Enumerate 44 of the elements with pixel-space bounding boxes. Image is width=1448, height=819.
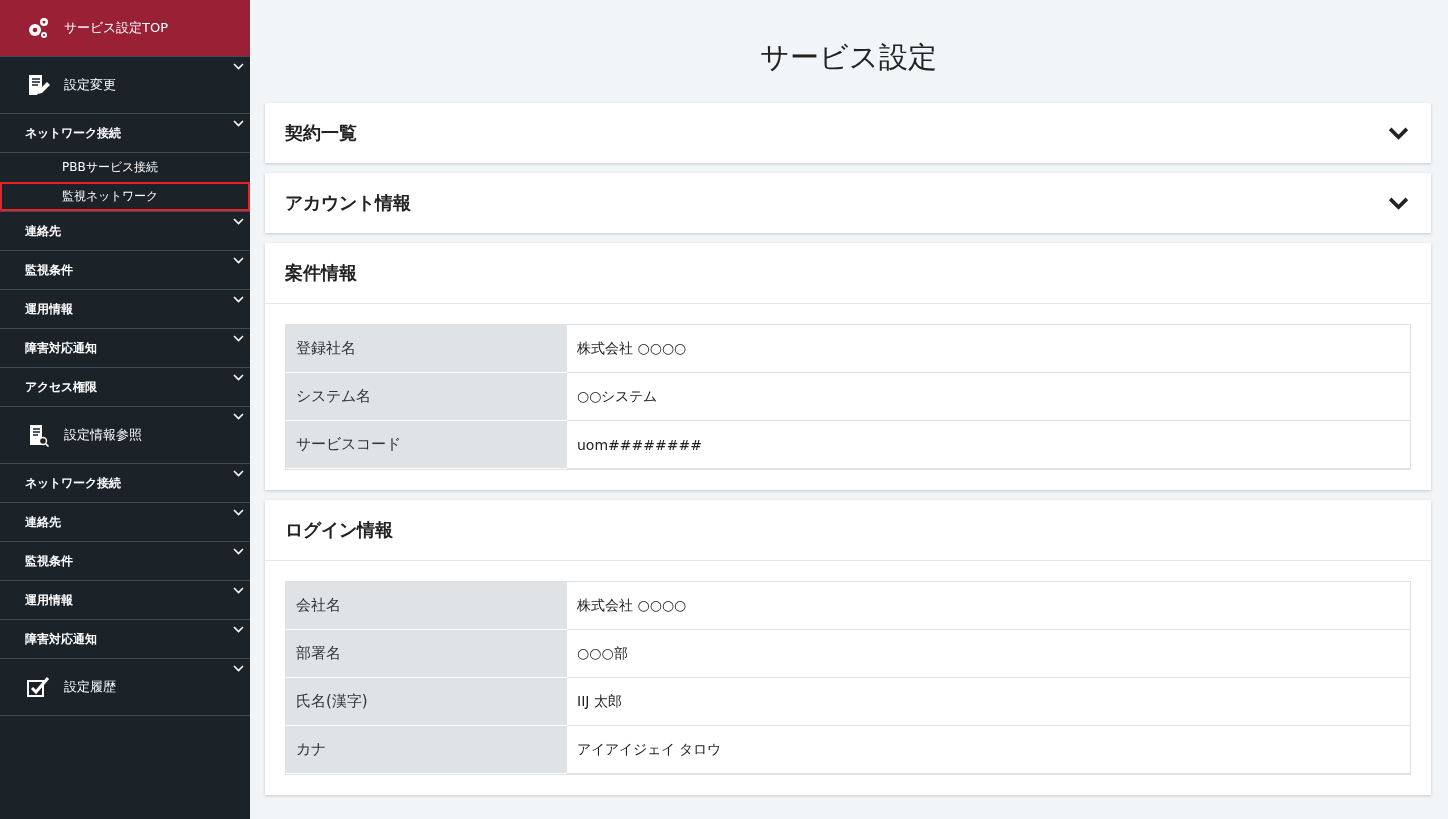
sidebar-item[interactable]: 運用情報 [0, 289, 250, 328]
sidebar-label: 設定履歴 [64, 678, 116, 696]
sidebar-label: サービス設定TOP [64, 19, 168, 37]
table-value-cell: ○○○部 [567, 630, 1410, 678]
table-value-cell: 株式会社 ○○○○ [567, 582, 1410, 630]
panel-title: 案件情報 [285, 261, 357, 285]
sidebar-item[interactable]: 障害対応通知 [0, 328, 250, 367]
sidebar-item[interactable]: 障害対応通知 [0, 619, 250, 658]
sidebar-item[interactable]: アクセス権限 [0, 367, 250, 406]
chevron-down-icon[interactable] [1388, 126, 1409, 140]
table-value-cell: uom######## [567, 421, 1410, 469]
table-label-cell: 氏名(漢字) [286, 678, 567, 726]
chevron-down-icon[interactable] [1388, 196, 1409, 210]
sidebar-label: 設定変更 [64, 76, 116, 94]
sidebar-subitem[interactable]: 監視ネットワーク [0, 182, 250, 211]
sidebar-group[interactable]: 設定情報参照 [0, 406, 250, 463]
sidebar-subitem[interactable]: PBBサービス接続 [0, 153, 250, 182]
table-label-cell: システム名 [286, 373, 567, 421]
sidebar-group[interactable]: 設定履歴 [0, 658, 250, 715]
checkbox-icon [26, 675, 50, 699]
sidebar-item[interactable]: ネットワーク接続 [0, 113, 250, 152]
table-label-cell: 登録社名 [286, 325, 567, 373]
sidebar-item[interactable]: ネットワーク接続 [0, 463, 250, 502]
table-value-cell: アイアイジェイ タロウ [567, 726, 1410, 774]
edit-document-icon [26, 73, 50, 97]
table-label-cell: サービスコード [286, 421, 567, 469]
sidebar-item[interactable]: 運用情報 [0, 580, 250, 619]
sidebar-item[interactable]: 連絡先 [0, 211, 250, 250]
table-label-cell: 会社名 [286, 582, 567, 630]
table-label-cell: 部署名 [286, 630, 567, 678]
sidebar-group[interactable]: 設定変更 [0, 56, 250, 113]
sidebar-top-link[interactable]: サービス設定TOP [0, 0, 250, 56]
panel-title: アカウント情報 [285, 191, 411, 215]
sidebar-item[interactable]: 監視条件 [0, 250, 250, 289]
page-title: サービス設定 [758, 39, 938, 76]
sidebar-label: 設定情報参照 [64, 426, 142, 444]
table-value-cell: IIJ 太郎 [567, 678, 1410, 726]
table-value-cell: ○○システム [567, 373, 1410, 421]
sidebar-item[interactable]: 連絡先 [0, 502, 250, 541]
panel-title: 契約一覧 [285, 121, 357, 145]
sidebar-item[interactable]: 監視条件 [0, 541, 250, 580]
table-value-cell: 株式会社 ○○○○ [567, 325, 1410, 373]
panel-title: ログイン情報 [285, 518, 393, 542]
table-label-cell: カナ [286, 726, 567, 774]
